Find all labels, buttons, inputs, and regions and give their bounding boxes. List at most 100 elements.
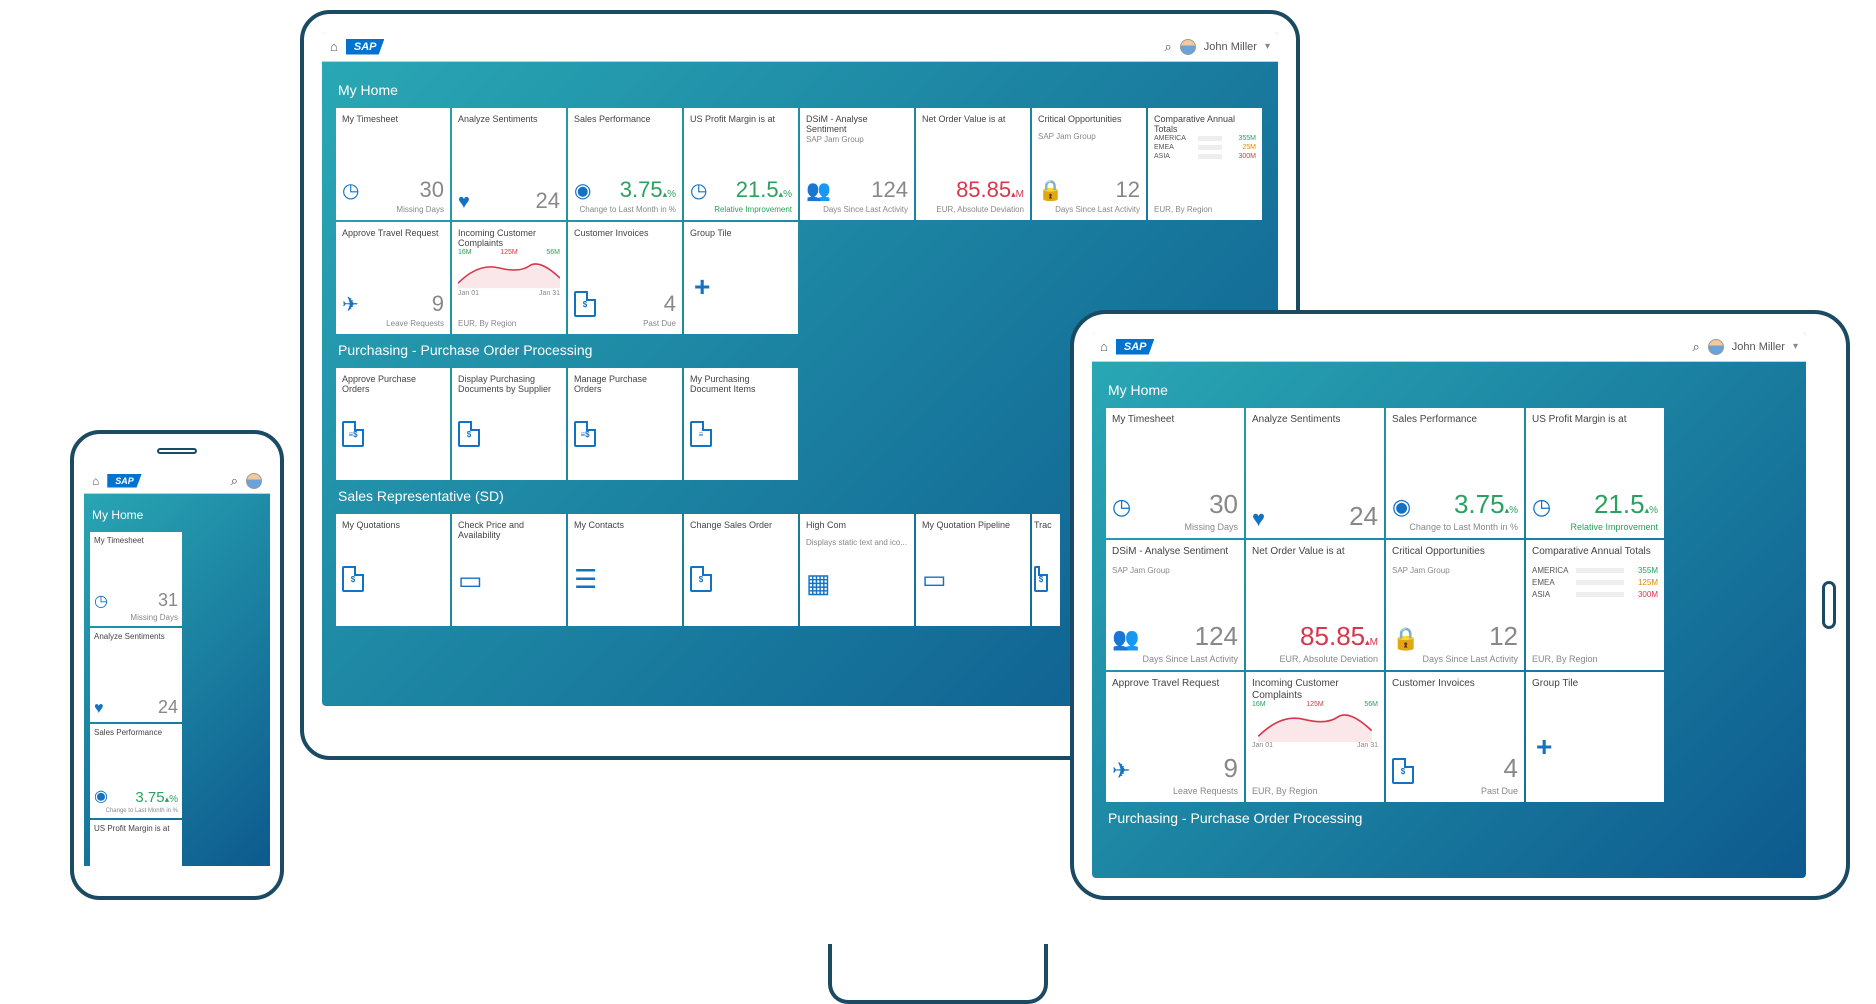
lock-icon: 🔒 — [1038, 178, 1063, 203]
tile-value: 3.75▴% — [620, 177, 676, 203]
tile-title: Comparative Annual Totals — [1154, 114, 1256, 135]
tile-footer: Past Due — [1392, 786, 1518, 796]
tile-title: My Timesheet — [1112, 414, 1238, 434]
document-icon: $ — [574, 291, 596, 317]
tile-subtitle: SAP Jam Group — [1112, 566, 1238, 575]
home-icon[interactable]: ⌂ — [330, 39, 338, 54]
tile-approve-po[interactable]: Approve Purchase Orders≡$ — [336, 368, 450, 480]
tile-approve-travel[interactable]: Approve Travel Request ✈9 Leave Requests — [1106, 672, 1244, 802]
tile-title: Group Tile — [690, 228, 792, 246]
chevron-down-icon[interactable]: ▾ — [1793, 341, 1798, 352]
sap-logo: SAP — [107, 474, 142, 488]
tile-title: Change Sales Order — [690, 520, 792, 538]
tile-title: My Contacts — [574, 520, 676, 538]
avatar[interactable] — [1708, 339, 1724, 355]
tile-sentiments[interactable]: Analyze Sentiments ♥24 — [90, 628, 182, 722]
tile-manage-po[interactable]: Manage Purchase Orders ≡$ — [568, 368, 682, 480]
home-icon[interactable]: ⌂ — [92, 474, 99, 488]
tile-sentiments[interactable]: Analyze Sentiments ♥24 — [1246, 408, 1384, 538]
sparkline — [458, 256, 560, 290]
sparkline — [1252, 708, 1378, 742]
tile-footer: Relative Improvement — [690, 205, 792, 214]
tile-title: Critical Opportunities — [1038, 114, 1140, 132]
section-home: My Home — [92, 508, 264, 522]
tile-title: Net Order Value is at — [1252, 546, 1378, 566]
heart-icon: ♥ — [1252, 506, 1265, 532]
tablet-home-button[interactable] — [1822, 581, 1836, 629]
document-icon: $ — [342, 566, 364, 592]
tile-approve-travel[interactable]: Approve Travel Request ✈9 Leave Requests — [336, 222, 450, 334]
tile-quotations[interactable]: My Quotations$ — [336, 514, 450, 626]
tile-title: My Quotation Pipeline — [922, 520, 1024, 538]
tile-comparative[interactable]: Comparative Annual Totals AMERICA355M EM… — [1148, 108, 1262, 220]
tablet-app: ⌂ SAP ⌕ John Miller ▾ My Home My Timeshe… — [1092, 332, 1806, 878]
tile-value: 24 — [158, 697, 178, 718]
tile-title: Analyze Sentiments — [458, 114, 560, 132]
tile-title: Customer Invoices — [1392, 678, 1518, 698]
tile-footer: Missing Days — [1112, 522, 1238, 532]
tile-timesheet[interactable]: My Timesheet ◷30 Missing Days — [336, 108, 450, 220]
tile-my-purch-items[interactable]: My Purchasing Document Items≡ — [684, 368, 798, 480]
tile-timesheet[interactable]: My Timesheet ◷ 30 Missing Days — [1106, 408, 1244, 538]
avatar[interactable] — [1180, 39, 1196, 55]
search-icon[interactable]: ⌕ — [231, 473, 238, 489]
tile-contacts[interactable]: My Contacts☰ — [568, 514, 682, 626]
tile-sales-performance[interactable]: Sales Performance ◉3.75▴% Change to Last… — [568, 108, 682, 220]
avatar[interactable] — [246, 473, 262, 489]
tile-group[interactable]: Group Tile + — [1526, 672, 1664, 802]
tile-value: 30 — [1209, 489, 1238, 520]
tile-footer: EUR, Absolute Deviation — [922, 205, 1024, 214]
tile-us-profit[interactable]: US Profit Margin is at 21.5▴ Relative Im… — [90, 820, 182, 866]
sap-logo: SAP — [1116, 339, 1155, 355]
tile-sales-performance[interactable]: Sales Performance ◉3.75▴% Change to Last… — [90, 724, 182, 818]
tile-title: Manage Purchase Orders — [574, 374, 676, 395]
tile-footer: Days Since Last Activity — [806, 205, 908, 214]
building-icon: ▦ — [806, 568, 831, 599]
tile-sales-performance[interactable]: Sales Performance ◉3.75▴% Change to Last… — [1386, 408, 1524, 538]
tile-title: DSiM - Analyse Sentiment — [1112, 546, 1238, 566]
tile-sentiments[interactable]: Analyze Sentiments ♥24 — [452, 108, 566, 220]
tile-critical-opp[interactable]: Critical Opportunities SAP Jam Group 🔒12… — [1386, 540, 1524, 670]
document-icon: ≡$ — [574, 421, 596, 447]
tile-change-so[interactable]: Change Sales Order$ — [684, 514, 798, 626]
chevron-down-icon[interactable]: ▾ — [1265, 41, 1270, 52]
tile-title: Trac — [1034, 520, 1058, 538]
desktop-topbar: ⌂ SAP ⌕ John Miller ▾ — [322, 32, 1278, 62]
clock-icon: ◷ — [1112, 494, 1131, 520]
comparative-bars: AMERICA355M EMEA125M ASIA300M — [1532, 566, 1658, 599]
card-icon: ▭ — [458, 565, 483, 596]
tile-footer: EUR, Absolute Deviation — [1252, 654, 1378, 664]
user-name[interactable]: John Miller — [1732, 341, 1785, 353]
search-icon[interactable]: ⌕ — [1693, 339, 1700, 355]
tile-title: Sales Performance — [574, 114, 676, 132]
tile-us-profit[interactable]: US Profit Margin is at ◷21.5▴% Relative … — [684, 108, 798, 220]
tile-net-order[interactable]: Net Order Value is at 85.85▴M EUR, Absol… — [916, 108, 1030, 220]
tile-display-purch[interactable]: Display Purchasing Documents by Supplier… — [452, 368, 566, 480]
tile-comparative[interactable]: Comparative Annual Totals AMERICA355M EM… — [1526, 540, 1664, 670]
tile-group[interactable]: Group Tile + — [684, 222, 798, 334]
tile-dsim[interactable]: DSiM - Analyse Sentiment SAP Jam Group 👥… — [1106, 540, 1244, 670]
tile-net-order[interactable]: Net Order Value is at 85.85▴M EUR, Absol… — [1246, 540, 1384, 670]
tile-pipeline[interactable]: My Quotation Pipeline▭ — [916, 514, 1030, 626]
tile-highcom[interactable]: High ComDisplays static text and ico...▦ — [800, 514, 914, 626]
tile-title: Approve Travel Request — [1112, 678, 1238, 698]
tile-value: 24 — [1349, 501, 1378, 532]
tile-incoming-complaints[interactable]: Incoming Customer Complaints 16M125M56M … — [452, 222, 566, 334]
tile-value: 4 — [664, 291, 676, 317]
tile-dsim[interactable]: DSiM - Analyse Sentiment SAP Jam Group 👥… — [800, 108, 914, 220]
phone-topbar: ⌂ SAP ⌕ — [84, 468, 270, 494]
tile-track[interactable]: Trac$ — [1032, 514, 1060, 626]
search-icon[interactable]: ⌕ — [1165, 39, 1172, 55]
user-name[interactable]: John Miller — [1204, 41, 1257, 53]
home-icon[interactable]: ⌂ — [1100, 339, 1108, 354]
tile-subtitle: SAP Jam Group — [1038, 132, 1140, 141]
tile-value: 85.85▴M — [956, 177, 1024, 203]
tile-timesheet[interactable]: My Timesheet ◷31 Missing Days — [90, 532, 182, 626]
tile-invoices[interactable]: Customer Invoices $4 Past Due — [1386, 672, 1524, 802]
tile-invoices[interactable]: Customer Invoices $4 Past Due — [568, 222, 682, 334]
tile-check-price[interactable]: Check Price and Availability ▭ — [452, 514, 566, 626]
tile-critical-opp[interactable]: Critical Opportunities SAP Jam Group 🔒12… — [1032, 108, 1146, 220]
tile-us-profit[interactable]: US Profit Margin is at ◷21.5▴% Relative … — [1526, 408, 1664, 538]
tile-title: Check Price and Availability — [458, 520, 560, 541]
tile-incoming-complaints[interactable]: Incoming Customer Complaints 16M125M56M … — [1246, 672, 1384, 802]
